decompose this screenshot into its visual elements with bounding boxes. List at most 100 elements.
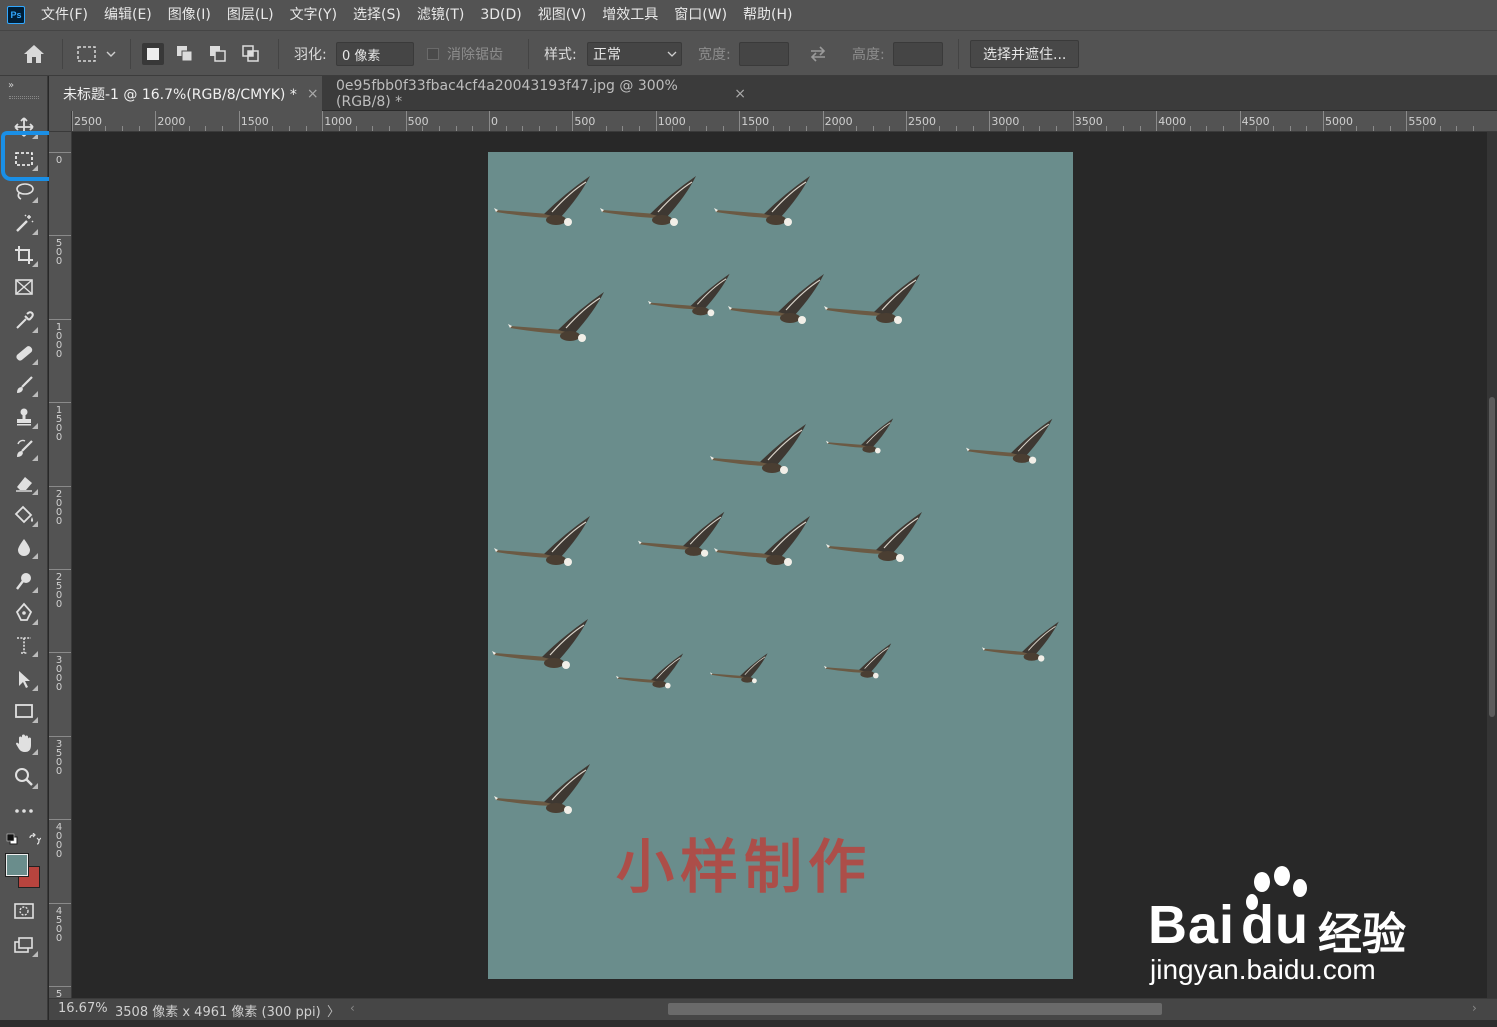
width-label: 宽度:	[698, 47, 731, 63]
menu-layer[interactable]: 图层(L)	[219, 0, 282, 30]
zoom-tool[interactable]	[8, 762, 40, 792]
menu-bar: Ps 文件(F) 编辑(E) 图像(I) 图层(L) 文字(Y) 选择(S) 滤…	[0, 0, 1497, 30]
type-tool[interactable]	[8, 630, 40, 660]
rectangle-tool[interactable]	[8, 696, 40, 726]
menu-image[interactable]: 图像(I)	[160, 0, 219, 30]
status-menu-arrow[interactable]: 〉	[327, 1001, 340, 1020]
eagle-graphic	[494, 176, 590, 226]
antialias-checkbox[interactable]	[427, 48, 439, 60]
vertical-scrollbar-thumb[interactable]	[1489, 397, 1495, 717]
document-canvas[interactable]: 小样制作	[488, 152, 1073, 979]
panel-grip[interactable]	[9, 96, 39, 99]
menu-window[interactable]: 窗口(W)	[666, 0, 735, 30]
watermark-cn: 经验	[1318, 909, 1406, 960]
menu-edit[interactable]: 编辑(E)	[96, 0, 160, 30]
more-tools-button[interactable]	[8, 796, 40, 826]
blur-tool[interactable]	[8, 532, 40, 562]
swap-colors-button[interactable]	[27, 832, 42, 847]
dodge-tool[interactable]	[8, 566, 40, 596]
ruler-tick	[1072, 111, 1074, 131]
swap-colors-icon	[29, 832, 42, 845]
close-icon[interactable]: ×	[734, 86, 746, 102]
tab-untitled-1[interactable]: 未标题-1 @ 16.7%(RGB/8/CMYK) * ×	[49, 76, 322, 111]
ruler-label: 500	[55, 238, 63, 268]
screen-mode-button[interactable]	[8, 930, 40, 960]
photoshop-logo: Ps	[7, 6, 25, 24]
eagle-graphic	[714, 516, 810, 566]
add-selection-icon	[177, 46, 193, 62]
collapse-panel-icon[interactable]: »	[8, 80, 14, 91]
default-colors-button[interactable]	[6, 833, 18, 845]
quick-mask-button[interactable]	[8, 896, 40, 926]
new-selection-icon	[147, 48, 159, 60]
menu-plugins[interactable]: 增效工具	[594, 0, 666, 30]
eraser-tool[interactable]	[8, 468, 40, 498]
height-input[interactable]	[893, 42, 943, 66]
intersect-selection-button[interactable]	[240, 43, 262, 65]
tool-preset-picker[interactable]	[76, 31, 118, 77]
menu-type[interactable]: 文字(Y)	[282, 0, 345, 30]
ruler-label: 5	[55, 989, 63, 999]
paint-bucket-tool[interactable]	[8, 500, 40, 530]
zoom-level[interactable]: 16.67%	[58, 1001, 108, 1016]
ruler-label: 2000	[55, 488, 63, 527]
ruler-tick	[49, 986, 71, 987]
style-select[interactable]: 正常	[587, 42, 682, 66]
select-and-mask-button[interactable]: 选择并遮住...	[970, 40, 1080, 68]
frame-icon	[15, 279, 33, 295]
crop-tool[interactable]	[8, 240, 40, 270]
ruler-label: 2500	[55, 572, 63, 610]
magic-wand-tool[interactable]	[8, 208, 40, 238]
add-to-selection-button[interactable]	[174, 43, 196, 65]
horizontal-scrollbar-thumb[interactable]	[668, 1003, 1162, 1015]
clone-stamp-tool[interactable]	[8, 402, 40, 432]
path-selection-tool[interactable]	[8, 664, 40, 694]
menu-filter[interactable]: 滤镜(T)	[409, 0, 472, 30]
status-bar: 16.67% 3508 像素 x 4961 像素 (300 ppi) 〉 ‹ ›	[49, 998, 1497, 1020]
healing-brush-tool[interactable]	[8, 338, 40, 368]
history-brush-tool[interactable]	[8, 434, 40, 464]
height-label: 高度:	[852, 47, 885, 63]
chevron-down-icon	[667, 51, 677, 57]
eagle-graphic	[982, 621, 1059, 662]
scroll-left-icon[interactable]: ‹	[350, 1001, 355, 1015]
menu-file[interactable]: 文件(F)	[33, 0, 96, 30]
menu-view[interactable]: 视图(V)	[530, 0, 595, 30]
paw-logo-icon	[1246, 866, 1307, 910]
eagle-graphic	[826, 512, 922, 562]
ruler-label: 1500	[55, 405, 63, 444]
home-button[interactable]	[22, 31, 46, 77]
hand-tool[interactable]	[8, 728, 40, 758]
brush-tool[interactable]	[8, 370, 40, 400]
eyedropper-tool[interactable]	[8, 306, 40, 336]
scroll-right-icon[interactable]: ›	[1472, 1001, 1477, 1015]
swap-dimensions-button[interactable]	[808, 31, 828, 77]
width-input[interactable]	[739, 42, 789, 66]
frame-tool[interactable]	[8, 272, 40, 302]
vertical-scrollbar[interactable]	[1487, 132, 1497, 998]
foreground-color-swatch[interactable]	[5, 853, 29, 877]
menu-3d[interactable]: 3D(D)	[472, 0, 529, 30]
ruler-origin[interactable]	[49, 111, 72, 132]
menu-help[interactable]: 帮助(H)	[735, 0, 800, 30]
new-selection-button[interactable]	[142, 43, 164, 65]
intersect-selection-icon	[242, 45, 259, 62]
ruler-tick	[49, 318, 71, 320]
horizontal-ruler[interactable]: 2500 2000 1500 1000 500 0 500 1000 1500 2000 2500 3…	[72, 111, 1497, 132]
menu-select[interactable]: 选择(S)	[345, 0, 409, 30]
feather-input[interactable]: 0 像素	[336, 42, 414, 66]
ruler-label: 1000	[55, 321, 63, 360]
tab-jpg-document[interactable]: 0e95fbb0f33fbac4cf4a20043193f47.jpg @ 30…	[322, 76, 746, 111]
vertical-ruler[interactable]: 0 500 1000 1500 2000 2500 3000 3500 4000 4500 5	[49, 132, 72, 998]
pen-tool[interactable]	[8, 598, 40, 628]
baidu-jingyan-watermark: Bai du 经验 jingyan.baidu.com	[1148, 866, 1478, 998]
ruler-label: 3500	[55, 738, 63, 777]
horizontal-scrollbar[interactable]: ‹ ›	[348, 999, 1488, 1020]
ruler-tick	[155, 111, 157, 131]
ruler-label: 4500	[55, 905, 63, 944]
ruler-tick	[49, 902, 71, 904]
swap-arrows-icon	[810, 46, 826, 62]
style-label: 样式:	[544, 47, 577, 63]
subtract-selection-button[interactable]	[207, 43, 229, 65]
close-icon[interactable]: ×	[307, 86, 319, 102]
